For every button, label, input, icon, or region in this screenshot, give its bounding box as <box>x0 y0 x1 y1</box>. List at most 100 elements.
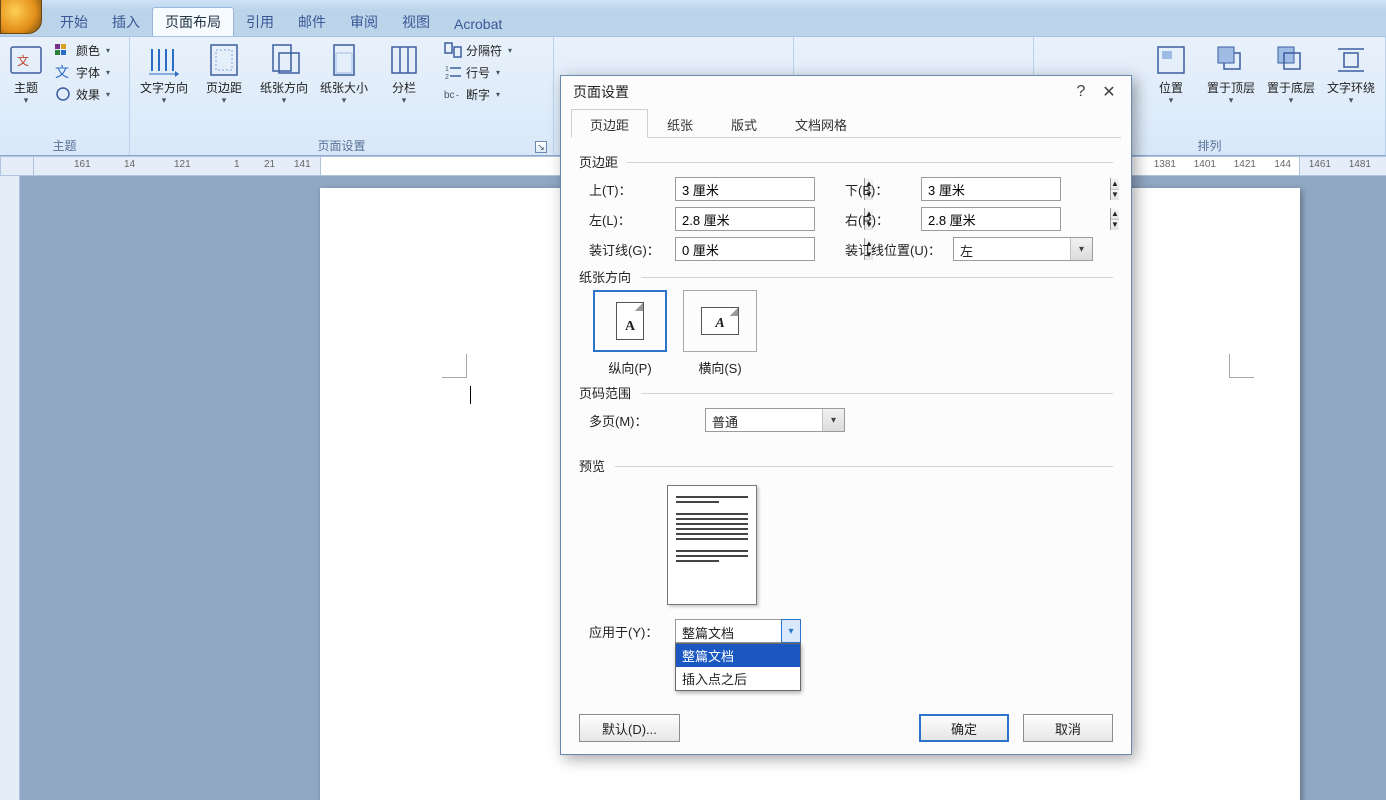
apply-to-combo[interactable]: 整篇文档 ▾ <box>675 619 801 643</box>
gutter-spinner[interactable]: ▲▼ <box>675 237 815 261</box>
theme-colors-button[interactable]: 颜色 ▾ <box>50 39 114 61</box>
gutter-pos-value: 左 <box>954 238 1070 260</box>
theme-fonts-label: 字体 <box>76 64 100 81</box>
left-margin-spinner[interactable]: ▲▼ <box>675 207 815 231</box>
spinner-up-icon[interactable]: ▲ <box>1111 178 1119 190</box>
top-margin-spinner[interactable]: ▲▼ <box>675 177 815 201</box>
tab-acrobat[interactable]: Acrobat <box>442 12 514 36</box>
hyphenation-label: 断字 <box>466 86 490 103</box>
themes-icon: 文 <box>9 43 43 77</box>
tab-view[interactable]: 视图 <box>390 8 442 36</box>
breaks-icon <box>444 41 462 59</box>
spinner-down-icon[interactable]: ▼ <box>1111 190 1119 201</box>
columns-button[interactable]: 分栏▾ <box>376 39 432 108</box>
breaks-button[interactable]: 分隔符▾ <box>440 39 516 61</box>
page-setup-launcher[interactable]: ↘ <box>535 141 547 153</box>
ok-button[interactable]: 确定 <box>919 714 1009 742</box>
dialog-title: 页面设置 <box>573 82 629 102</box>
text-direction-icon <box>147 43 181 77</box>
group-label-page-setup: 页面设置 ↘ <box>136 137 547 155</box>
theme-fonts-button[interactable]: 文 字体 ▾ <box>50 61 114 83</box>
ruler-tick: 21 <box>264 159 275 170</box>
ruler-tick: 1401 <box>1194 159 1216 170</box>
send-back-button[interactable]: 置于底层▾ <box>1263 39 1319 108</box>
chevron-down-icon[interactable]: ▾ <box>781 619 801 643</box>
dialog-help-button[interactable]: ? <box>1067 78 1095 106</box>
cancel-button[interactable]: 取消 <box>1023 714 1113 742</box>
ruler-tick: 1481 <box>1349 159 1371 170</box>
breaks-label: 分隔符 <box>466 42 502 59</box>
default-button[interactable]: 默认(D)... <box>579 714 680 742</box>
chevron-down-icon[interactable]: ▾ <box>1070 238 1092 260</box>
theme-effects-label: 效果 <box>76 86 100 103</box>
office-button[interactable] <box>0 0 42 34</box>
section-margins-title: 页边距 <box>579 152 1113 171</box>
themes-button[interactable]: 文 主题 ▾ <box>6 39 46 108</box>
dialog-tab-layout[interactable]: 版式 <box>712 109 776 138</box>
palette-icon <box>54 41 72 59</box>
multipage-label: 多页(M)： <box>579 411 675 430</box>
dialog-close-button[interactable]: ✕ <box>1095 78 1123 106</box>
right-margin-spinner[interactable]: ▲▼ <box>921 207 1061 231</box>
spinner-down-icon[interactable]: ▼ <box>1111 220 1119 231</box>
bottom-margin-spinner[interactable]: ▲▼ <box>921 177 1061 201</box>
svg-text:2: 2 <box>445 74 449 81</box>
dialog-titlebar[interactable]: 页面设置 ? ✕ <box>561 76 1131 108</box>
landscape-icon: A <box>701 307 739 335</box>
dialog-tabs: 页边距 纸张 版式 文档网格 <box>571 108 1121 138</box>
svg-text:1: 1 <box>445 66 449 73</box>
dialog-tab-grid[interactable]: 文档网格 <box>776 109 866 138</box>
gutter-pos-combo[interactable]: 左 ▾ <box>953 237 1093 261</box>
spinner-up-icon[interactable]: ▲ <box>1111 208 1119 220</box>
apply-to-dropdown: 整篇文档 插入点之后 <box>675 643 801 691</box>
chevron-down-icon[interactable]: ▾ <box>822 409 844 431</box>
right-margin-input[interactable] <box>922 208 1110 230</box>
size-button[interactable]: 纸张大小▾ <box>316 39 372 108</box>
margins-button[interactable]: 页边距▾ <box>196 39 252 108</box>
columns-icon <box>387 43 421 77</box>
top-margin-label: 上(T)： <box>579 180 675 199</box>
margins-icon <box>207 43 241 77</box>
vertical-ruler[interactable] <box>0 176 20 800</box>
text-wrap-button[interactable]: 文字环绕▾ <box>1323 39 1379 108</box>
tab-mailings[interactable]: 邮件 <box>286 8 338 36</box>
chevron-down-icon: ▾ <box>24 95 29 106</box>
multipage-combo[interactable]: 普通 ▾ <box>705 408 845 432</box>
text-direction-button[interactable]: 文字方向▾ <box>136 39 192 108</box>
orientation-icon <box>267 43 301 77</box>
dialog-tab-margins[interactable]: 页边距 <box>571 109 648 138</box>
portrait-label: 纵向(P) <box>608 358 651 377</box>
ruler-tick: 1381 <box>1154 159 1176 170</box>
tab-review[interactable]: 审阅 <box>338 8 390 36</box>
tab-insert[interactable]: 插入 <box>100 8 152 36</box>
bring-front-button[interactable]: 置于顶层▾ <box>1203 39 1259 108</box>
apply-option-after-cursor[interactable]: 插入点之后 <box>676 667 800 690</box>
theme-effects-button[interactable]: 效果 ▾ <box>50 83 114 105</box>
page-setup-dialog: 页面设置 ? ✕ 页边距 纸张 版式 文档网格 页边距 上(T)： ▲▼ 下(B… <box>560 75 1132 755</box>
section-orientation-title: 纸张方向 <box>579 267 1113 286</box>
position-button[interactable]: 位置▾ <box>1143 39 1199 108</box>
bottom-margin-input[interactable] <box>922 178 1110 200</box>
text-cursor <box>470 386 471 404</box>
page-size-icon <box>327 43 361 77</box>
orientation-button[interactable]: 纸张方向▾ <box>256 39 312 108</box>
tab-references[interactable]: 引用 <box>234 8 286 36</box>
orientation-portrait[interactable]: A 纵向(P) <box>593 290 667 377</box>
tab-home[interactable]: 开始 <box>48 8 100 36</box>
theme-colors-label: 颜色 <box>76 42 100 59</box>
hyphenation-icon: bc- <box>444 85 462 103</box>
dialog-tab-paper[interactable]: 纸张 <box>648 109 712 138</box>
landscape-label: 横向(S) <box>698 358 741 377</box>
bring-front-icon <box>1214 43 1248 77</box>
hyphenation-button[interactable]: bc- 断字▾ <box>440 83 516 105</box>
position-icon <box>1154 43 1188 77</box>
tab-page-layout[interactable]: 页面布局 <box>152 7 234 36</box>
apply-option-whole-doc[interactable]: 整篇文档 <box>676 644 800 667</box>
ruler-tick: 14 <box>124 159 135 170</box>
section-range-title: 页码范围 <box>579 383 1113 402</box>
portrait-icon: A <box>616 302 644 340</box>
line-numbers-button[interactable]: 12 行号▾ <box>440 61 516 83</box>
ruler-tick: 161 <box>74 159 91 170</box>
orientation-landscape[interactable]: A 横向(S) <box>683 290 757 377</box>
ruler-tick: 1461 <box>1309 159 1331 170</box>
